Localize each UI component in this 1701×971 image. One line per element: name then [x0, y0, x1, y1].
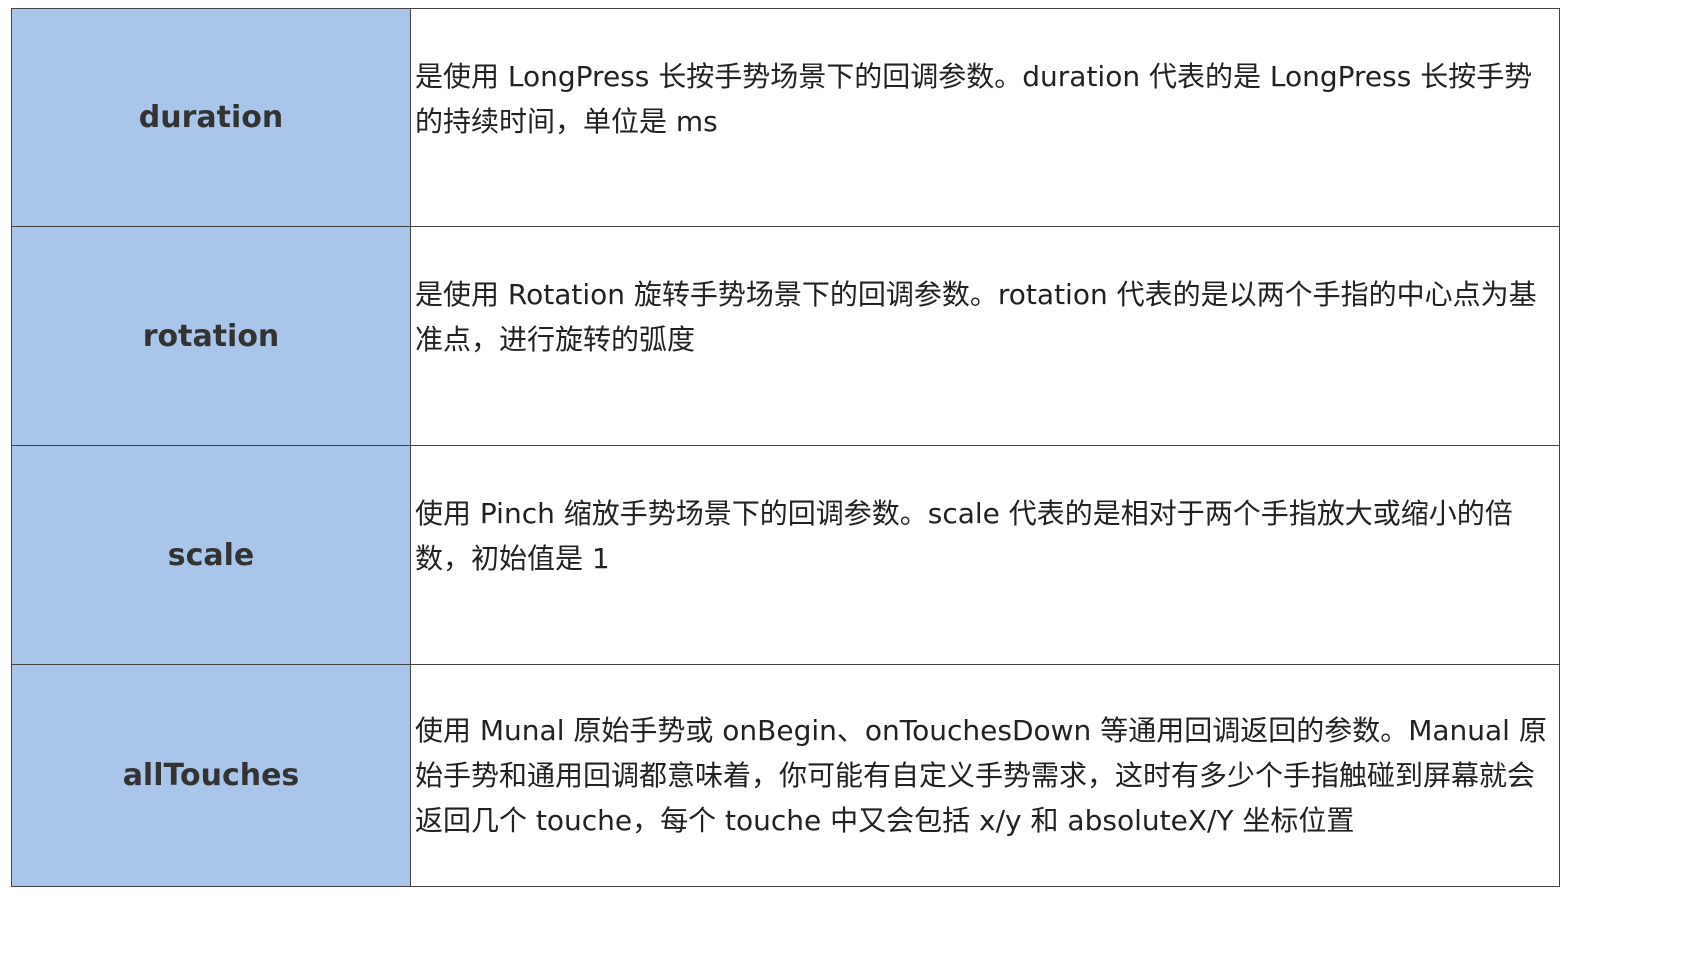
- param-name-cell: scale: [11, 445, 411, 665]
- table-row: allTouches 使用 Munal 原始手势或 onBegin、onTouc…: [11, 664, 1560, 887]
- param-name-cell: duration: [11, 8, 411, 227]
- param-description-cell: 使用 Pinch 缩放手势场景下的回调参数。scale 代表的是相对于两个手指放…: [410, 445, 1560, 665]
- param-description-cell: 是使用 Rotation 旋转手势场景下的回调参数。rotation 代表的是以…: [410, 226, 1560, 446]
- table-row: duration 是使用 LongPress 长按手势场景下的回调参数。dura…: [11, 8, 1560, 227]
- gesture-callback-params-table: duration 是使用 LongPress 长按手势场景下的回调参数。dura…: [11, 8, 1560, 887]
- param-name-cell: allTouches: [11, 664, 411, 887]
- param-name-cell: rotation: [11, 226, 411, 446]
- param-description-cell: 是使用 LongPress 长按手势场景下的回调参数。duration 代表的是…: [410, 8, 1560, 227]
- param-description-cell: 使用 Munal 原始手势或 onBegin、onTouchesDown 等通用…: [410, 664, 1560, 887]
- table-row: scale 使用 Pinch 缩放手势场景下的回调参数。scale 代表的是相对…: [11, 445, 1560, 665]
- table-row: rotation 是使用 Rotation 旋转手势场景下的回调参数。rotat…: [11, 226, 1560, 446]
